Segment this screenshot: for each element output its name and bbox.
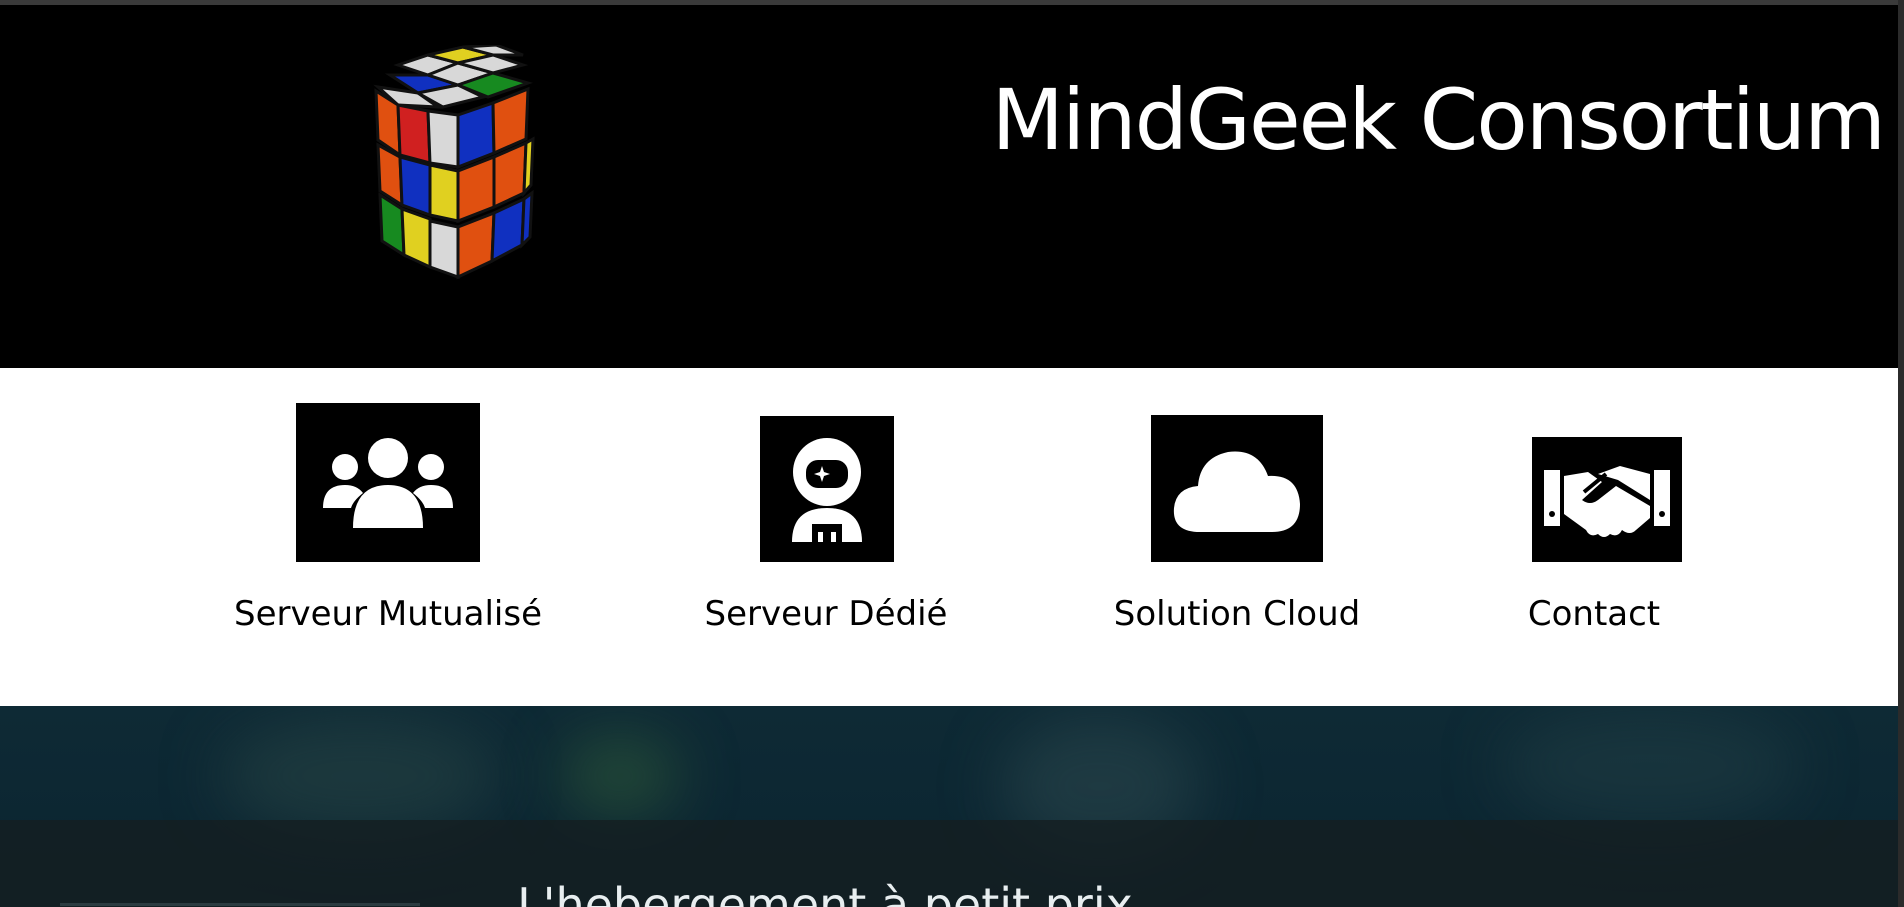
hero-background-blur bbox=[220, 716, 500, 836]
nav-item-serveur-dedie[interactable]: Serveur Dédié bbox=[476, 368, 952, 706]
service-nav: Serveur Mutualisé Serveur Dédié Solution… bbox=[0, 368, 1898, 706]
hero-background-blur bbox=[1500, 706, 1800, 826]
site-title: MindGeek Consortium bbox=[991, 71, 1886, 169]
rubiks-cube-icon[interactable] bbox=[318, 45, 588, 315]
page: MindGeek Consortium Serveur Mutualisé Se… bbox=[0, 0, 1904, 907]
handshake-icon bbox=[1532, 437, 1682, 562]
users-group-icon bbox=[296, 403, 480, 562]
hero-banner bbox=[0, 706, 1898, 907]
nav-item-label: Serveur Dédié bbox=[704, 594, 948, 634]
hero-background-blur bbox=[560, 736, 680, 816]
nav-item-contact[interactable]: Contact bbox=[1428, 368, 1898, 706]
window-edge bbox=[1898, 0, 1904, 907]
nav-item-solution-cloud[interactable]: Solution Cloud bbox=[952, 368, 1428, 706]
cloud-icon bbox=[1151, 415, 1323, 562]
nav-item-label: Contact bbox=[1527, 594, 1661, 634]
astronaut-icon bbox=[760, 416, 894, 562]
nav-item-serveur-mutualise[interactable]: Serveur Mutualisé bbox=[0, 368, 542, 706]
hero-divider bbox=[60, 903, 420, 906]
site-header: MindGeek Consortium bbox=[0, 5, 1898, 368]
hero-headline: L'hebergement à petit prix bbox=[517, 878, 1133, 907]
nav-item-label: Solution Cloud bbox=[1113, 594, 1361, 634]
